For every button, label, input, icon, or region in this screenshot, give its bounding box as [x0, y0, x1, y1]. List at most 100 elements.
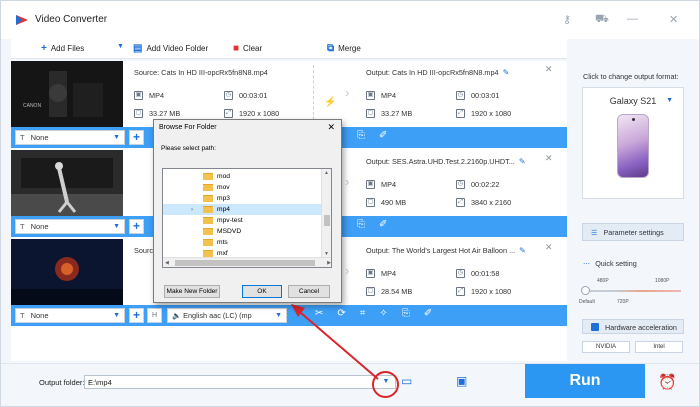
- source-resolution: ⤢ 1920 x 1080: [224, 109, 279, 118]
- add-subtitle-button[interactable]: +: [129, 130, 144, 145]
- arrow-right-icon: ›: [345, 263, 350, 278]
- output-resolution: ⤢ 1920 x 1080: [456, 109, 511, 118]
- source-duration: ◷ 00:03:01: [224, 91, 268, 100]
- folder-item[interactable]: mov: [163, 182, 321, 193]
- parameter-settings-button[interactable]: ☰ Parameter settings: [582, 223, 684, 241]
- remove-item-icon[interactable]: ✕: [545, 242, 553, 253]
- scroll-right-icon[interactable]: ▶: [327, 260, 331, 266]
- quick-setting-label: ⋯ Quick setting: [583, 259, 637, 268]
- key-icon[interactable]: ⚷: [563, 13, 571, 26]
- add-files-button[interactable]: + Add Files: [41, 43, 84, 54]
- folder-tree[interactable]: mod mov mp3 › mp4 mpv-test MSDVD mts mxf …: [162, 168, 332, 268]
- resolution-icon: ⤢: [456, 198, 465, 207]
- bottom-bar: Output folder: E:\mp4 ▼ ▭ ▣ Run ⏰: [1, 363, 699, 406]
- output-format: ▣ MP4: [366, 180, 397, 189]
- folder-icon: [203, 250, 213, 257]
- arrow-right-icon: ›: [345, 174, 350, 189]
- merge-button[interactable]: ⧉ Merge: [327, 43, 361, 54]
- edit-tools: ✂ ⟳ ⌗ ✧ ⎘ ✐: [315, 308, 432, 319]
- source-format: ▣ MP4: [134, 91, 165, 100]
- chevron-down-icon: ▼: [113, 134, 120, 141]
- run-button[interactable]: Run: [525, 364, 645, 398]
- add-files-dropdown[interactable]: ▼: [117, 43, 124, 50]
- watermark-icon[interactable]: ⎘: [402, 308, 410, 319]
- video-thumbnail[interactable]: [11, 239, 123, 305]
- dialog-close-icon[interactable]: ✕: [327, 122, 335, 133]
- slider-handle[interactable]: [581, 286, 590, 295]
- add-files-label: Add Files: [50, 44, 85, 53]
- clock-icon: ◷: [456, 269, 465, 278]
- subtitle-select[interactable]: T None ▼: [15, 219, 125, 234]
- scroll-left-icon[interactable]: ◀: [165, 260, 169, 266]
- video-thumbnail[interactable]: CANON: [11, 61, 123, 127]
- watermark-icon[interactable]: ⎘: [357, 219, 365, 230]
- add-video-folder-button[interactable]: ▤ Add Video Folder: [133, 43, 208, 54]
- chevron-down-icon: ▼: [113, 312, 120, 319]
- output-filename: Output: The World's Largest Hot Air Ball…: [366, 246, 526, 255]
- film-icon: ▣: [134, 91, 143, 100]
- remove-item-icon[interactable]: ✕: [545, 153, 553, 164]
- effects-icon[interactable]: ✧: [379, 308, 387, 319]
- edit-pen-icon[interactable]: ✐: [379, 219, 387, 230]
- output-resolution: ⤢ 1920 x 1080: [456, 287, 511, 296]
- make-new-folder-button[interactable]: Make New Folder: [164, 285, 220, 298]
- output-filename: Output: SES.Astra.UHD.Test.2.2160p.UHDT.…: [366, 157, 526, 166]
- output-folder-input[interactable]: E:\mp4: [84, 375, 396, 389]
- cut-icon[interactable]: ✂: [315, 308, 323, 319]
- edit-icon[interactable]: ✎: [519, 246, 526, 255]
- device-format-selector[interactable]: Galaxy S21 ▼: [582, 87, 684, 199]
- remove-item-icon[interactable]: ✕: [545, 64, 553, 75]
- film-icon: ▣: [366, 180, 375, 189]
- close-icon[interactable]: ✕: [669, 13, 678, 26]
- bolt-icon: ⚡: [324, 97, 337, 108]
- horizontal-scrollbar[interactable]: ◀ ▶: [163, 257, 331, 267]
- tick-label: 720P: [617, 299, 629, 305]
- video-thumbnail[interactable]: [11, 150, 123, 216]
- folder-item[interactable]: mpv-test: [163, 215, 321, 226]
- chevron-right-icon[interactable]: ›: [191, 207, 193, 213]
- add-subtitle-button[interactable]: +: [129, 219, 144, 234]
- rotate-icon[interactable]: ⟳: [337, 308, 345, 319]
- minimize-icon[interactable]: —: [627, 13, 638, 25]
- subtitle-select[interactable]: T None ▼: [15, 130, 125, 145]
- divider: [313, 65, 314, 125]
- edit-icon[interactable]: ✎: [503, 68, 510, 77]
- edit-icon[interactable]: ✎: [519, 157, 526, 166]
- app-window: Video Converter ⚷ ⛟ — ✕ + Add Files ▼ ▤ …: [0, 0, 700, 407]
- subtitle-select[interactable]: T None ▼: [15, 308, 125, 323]
- subtitle-toggle-button[interactable]: H: [147, 308, 162, 323]
- folder-plus-icon: ▤: [133, 43, 143, 54]
- folder-icon: [203, 239, 213, 246]
- output-size: ▢ 33.27 MB: [366, 109, 413, 118]
- cart-icon[interactable]: ⛟: [595, 13, 609, 27]
- audio-track-select[interactable]: 🔈 English aac (LC) (mp ▼: [167, 308, 287, 323]
- text-icon: T: [20, 133, 25, 142]
- watermark-icon[interactable]: ⎘: [357, 130, 365, 141]
- sliders-icon: ☰: [591, 228, 598, 237]
- file-icon: ▢: [366, 198, 375, 207]
- vertical-scrollbar[interactable]: ▲ ▼: [321, 169, 331, 258]
- output-duration: ◷ 00:02:22: [456, 180, 500, 189]
- scroll-up-icon[interactable]: ▲: [324, 170, 329, 176]
- merge-icon: ⧉: [327, 43, 335, 54]
- edit-pen-icon[interactable]: ✐: [424, 308, 432, 319]
- text-icon: T: [20, 311, 25, 320]
- open-folder-icon[interactable]: ▭: [401, 374, 412, 388]
- crop-icon[interactable]: ⌗: [360, 308, 366, 319]
- item-toolbar: T None ▼ + H 🔈 English aac (LC) (mp ▼ ✂ ⟳ ⌗…: [11, 305, 567, 326]
- folder-item[interactable]: mp3: [163, 193, 321, 204]
- folder-item[interactable]: MSDVD: [163, 226, 321, 237]
- browse-folder-icon[interactable]: ▣: [456, 374, 467, 388]
- alarm-clock-icon[interactable]: ⏰: [658, 373, 677, 391]
- clear-button[interactable]: ■ Clear: [233, 43, 262, 54]
- cancel-button[interactable]: Cancel: [288, 285, 330, 298]
- add-subtitle-button[interactable]: +: [129, 308, 144, 323]
- ok-button[interactable]: OK: [242, 285, 282, 298]
- hardware-acceleration-toggle[interactable]: Hardware acceleration: [582, 319, 684, 334]
- quick-setting-slider[interactable]: [585, 290, 681, 292]
- folder-item[interactable]: mts: [163, 237, 321, 248]
- edit-pen-icon[interactable]: ✐: [379, 130, 387, 141]
- folder-item-selected[interactable]: › mp4: [163, 204, 321, 215]
- merge-label: Merge: [338, 44, 361, 53]
- folder-item[interactable]: mod: [163, 171, 321, 182]
